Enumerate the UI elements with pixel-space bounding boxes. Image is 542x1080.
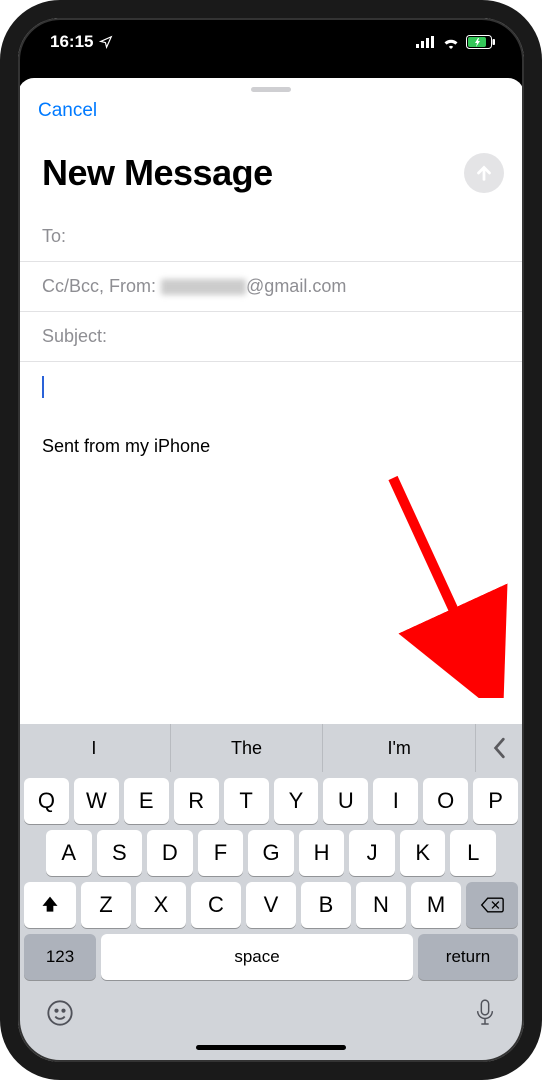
subject-label: Subject: [42, 326, 107, 346]
suggestion-2[interactable]: The [171, 724, 324, 772]
cellular-icon [416, 36, 436, 48]
status-bar: 16:15 [18, 18, 524, 66]
key-f[interactable]: F [198, 830, 244, 876]
key-j[interactable]: J [349, 830, 395, 876]
mute-switch [0, 150, 2, 186]
wifi-icon [442, 36, 460, 49]
key-q[interactable]: Q [24, 778, 69, 824]
key-i[interactable]: I [373, 778, 418, 824]
key-u[interactable]: U [323, 778, 368, 824]
ccbcc-from-field[interactable]: Cc/Bcc, From: @gmail.com [18, 262, 524, 312]
key-w[interactable]: W [74, 778, 119, 824]
keyboard: I The I'm Q W E R T Y U I O P A [18, 724, 524, 1062]
chevron-left-icon [493, 737, 507, 759]
space-key[interactable]: space [101, 934, 413, 980]
key-n[interactable]: N [356, 882, 406, 928]
key-c[interactable]: C [191, 882, 241, 928]
clock: 16:15 [50, 32, 93, 52]
send-button[interactable] [464, 153, 504, 193]
backspace-icon [480, 896, 504, 914]
shift-key[interactable] [24, 882, 76, 928]
key-b[interactable]: B [301, 882, 351, 928]
mic-icon [474, 998, 496, 1028]
sheet-grabber[interactable] [251, 87, 291, 92]
to-field[interactable]: To: [18, 212, 524, 262]
arrow-up-icon [473, 162, 495, 184]
key-s[interactable]: S [97, 830, 143, 876]
emoji-button[interactable] [46, 999, 74, 1032]
ccbcc-from-label: Cc/Bcc, From: [42, 276, 156, 296]
body-textarea[interactable]: Sent from my iPhone [18, 362, 524, 724]
phone-screen: 16:15 Cancel New Message To: Cc/Bcc, Fro… [18, 18, 524, 1062]
battery-icon [466, 35, 496, 49]
key-v[interactable]: V [246, 882, 296, 928]
key-t[interactable]: T [224, 778, 269, 824]
key-row-3: Z X C V B N M [18, 876, 524, 928]
return-key[interactable]: return [418, 934, 518, 980]
key-d[interactable]: D [147, 830, 193, 876]
key-p[interactable]: P [473, 778, 518, 824]
key-h[interactable]: H [299, 830, 345, 876]
key-z[interactable]: Z [81, 882, 131, 928]
location-icon [99, 35, 113, 49]
from-domain: @gmail.com [246, 276, 346, 296]
dictation-button[interactable] [474, 998, 496, 1033]
key-k[interactable]: K [400, 830, 446, 876]
suggestion-3[interactable]: I'm [323, 724, 476, 772]
key-row-1: Q W E R T Y U I O P [18, 772, 524, 824]
delete-key[interactable] [466, 882, 518, 928]
volume-down-button [0, 290, 2, 355]
key-m[interactable]: M [411, 882, 461, 928]
signature-text: Sent from my iPhone [42, 436, 500, 457]
key-l[interactable]: L [450, 830, 496, 876]
volume-up-button [0, 210, 2, 275]
home-indicator[interactable] [196, 1045, 346, 1050]
key-row-2: A S D F G H J K L [18, 824, 524, 876]
key-row-bottom: 123 space return [18, 928, 524, 980]
page-title: New Message [42, 152, 273, 194]
cancel-button[interactable]: Cancel [38, 100, 97, 122]
key-g[interactable]: G [248, 830, 294, 876]
compose-sheet: Cancel New Message To: Cc/Bcc, From: @gm… [18, 78, 524, 1062]
suggestion-1[interactable]: I [18, 724, 171, 772]
shift-icon [40, 895, 60, 915]
suggestion-bar: I The I'm [18, 724, 524, 772]
keyboard-footer [18, 980, 524, 1041]
subject-field[interactable]: Subject: [18, 312, 524, 362]
key-r[interactable]: R [174, 778, 219, 824]
numbers-key[interactable]: 123 [24, 934, 96, 980]
to-label: To: [42, 226, 66, 246]
key-y[interactable]: Y [274, 778, 319, 824]
expand-toolbar-button[interactable] [476, 724, 524, 772]
from-address-redacted [161, 279, 246, 295]
key-x[interactable]: X [136, 882, 186, 928]
key-e[interactable]: E [124, 778, 169, 824]
emoji-icon [46, 999, 74, 1027]
key-o[interactable]: O [423, 778, 468, 824]
text-cursor [42, 376, 44, 398]
key-a[interactable]: A [46, 830, 92, 876]
